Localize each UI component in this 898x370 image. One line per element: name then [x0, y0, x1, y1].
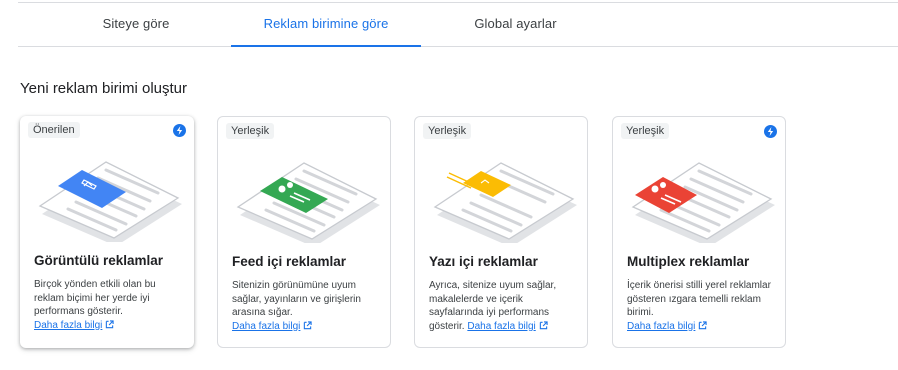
card-desc-text: Sitenizin görünümüne uyum sağlar, yayınl… — [232, 280, 361, 318]
tab-by-ad-unit[interactable]: Reklam birimine göre — [231, 0, 421, 47]
learn-more-link[interactable]: Daha fazla bilgi — [34, 319, 115, 331]
native-badge: Yerleşik — [423, 123, 472, 139]
tab-bar: Siteye göre Reklam birimine göre Global … — [18, 0, 898, 47]
native-badge: Yerleşik — [621, 123, 670, 139]
section-title: Yeni reklam birimi oluştur — [20, 80, 188, 97]
card-description: Ayrıca, sitenize uyum sağlar, makalelerd… — [429, 279, 579, 333]
display-ad-illustration — [38, 161, 182, 242]
tab-by-site[interactable]: Siteye göre — [68, 0, 204, 46]
external-link-icon — [304, 320, 313, 329]
card-display-ads[interactable]: Önerilen Görüntülü reklamlar Birçok yönd… — [20, 116, 194, 348]
native-badge: Yerleşik — [226, 123, 275, 139]
card-title: Yazı içi reklamlar — [429, 254, 538, 269]
card-in-article-ads[interactable]: Yerleşik Yazı içi reklamlar Ayrıca, site… — [414, 116, 588, 348]
card-desc-text: İçerik önerisi stilli yerel reklamlar gö… — [627, 280, 771, 318]
recommended-badge: Önerilen — [28, 122, 80, 138]
tab-global-settings[interactable]: Global ayarlar — [443, 0, 588, 46]
external-link-icon — [539, 320, 548, 329]
card-multiplex-ads[interactable]: Yerleşik Multiplex reklamlar İçerik öner… — [612, 116, 786, 348]
multiplex-ad-illustration — [631, 162, 775, 243]
in-article-ad-illustration — [433, 162, 577, 243]
external-link-icon — [699, 320, 708, 329]
learn-more-link[interactable]: Daha fazla bilgi — [232, 320, 313, 332]
card-title: Görüntülü reklamlar — [34, 253, 164, 268]
card-description: Sitenizin görünümüne uyum sağlar, yayınl… — [232, 279, 382, 333]
bolt-icon — [173, 124, 186, 137]
card-in-feed-ads[interactable]: Yerleşik Feed içi reklamlar Sitenizin gö… — [217, 116, 391, 348]
learn-more-link[interactable]: Daha fazla bilgi — [467, 320, 548, 332]
card-title: Feed içi reklamlar — [232, 254, 347, 269]
card-desc-text: Birçok yönden etkili olan bu reklam biçi… — [34, 279, 156, 317]
card-description: Birçok yönden etkili olan bu reklam biçi… — [34, 278, 184, 332]
in-feed-ad-illustration — [236, 162, 380, 243]
learn-more-link[interactable]: Daha fazla bilgi — [627, 320, 708, 332]
card-title: Multiplex reklamlar — [627, 254, 750, 269]
external-link-icon — [106, 319, 115, 328]
card-description: İçerik önerisi stilli yerel reklamlar gö… — [627, 279, 777, 333]
bolt-icon — [764, 125, 777, 138]
